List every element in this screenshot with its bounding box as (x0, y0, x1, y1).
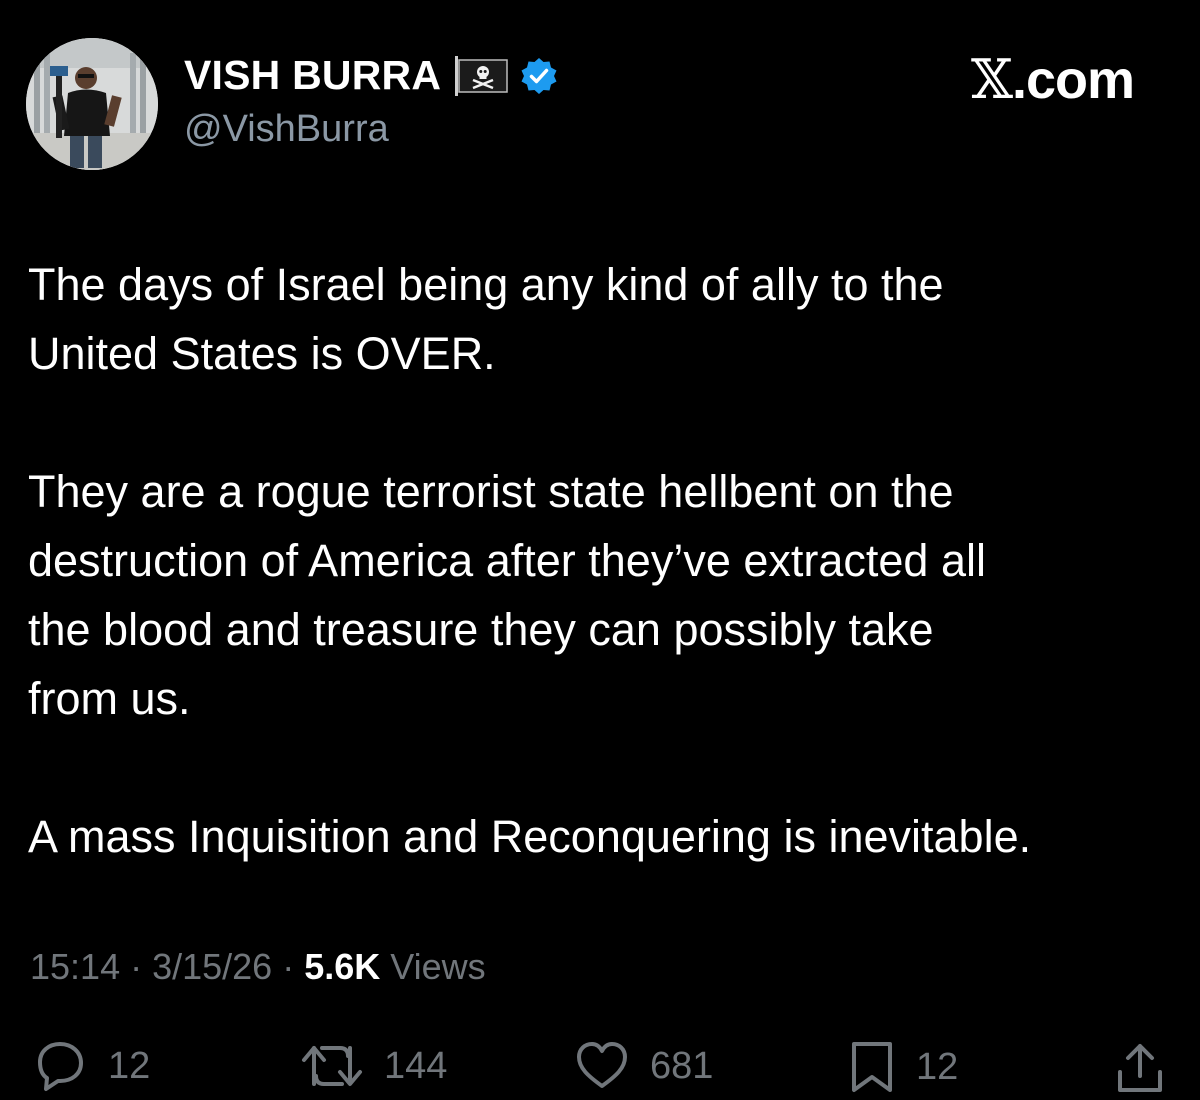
meta-separator: · (120, 946, 153, 987)
repost-count: 144 (384, 1044, 448, 1087)
heart-icon (577, 1042, 627, 1088)
views-label: Views (380, 946, 486, 987)
tweet-screenshot: VISH BURRA @VishBurra 𝕏.com The days of … (0, 0, 1200, 1100)
verified-badge-icon (519, 56, 559, 96)
author-handle[interactable]: @VishBurra (184, 108, 389, 151)
author-display-name[interactable]: VISH BURRA (184, 52, 441, 99)
views-count[interactable]: 5.6K (304, 946, 380, 987)
tweet-paragraph: They are a rogue terrorist state hellben… (28, 466, 986, 724)
like-count: 681 (650, 1044, 714, 1087)
reply-count: 12 (108, 1044, 151, 1087)
pirate-flag-icon (453, 54, 513, 98)
tweet-date[interactable]: 3/15/26 (152, 946, 272, 987)
reply-button[interactable]: 12 (32, 1040, 150, 1092)
share-button[interactable] (1112, 1040, 1168, 1096)
share-icon (1118, 1044, 1162, 1092)
x-com-logo: 𝕏.com (971, 48, 1135, 111)
bookmark-icon (852, 1042, 892, 1092)
tweet-text: The days of Israel being any kind of all… (28, 250, 1178, 871)
repost-icon (302, 1046, 362, 1086)
like-button[interactable]: 681 (574, 1040, 713, 1092)
tweet-paragraph: The days of Israel being any kind of all… (28, 259, 944, 379)
avatar[interactable] (26, 38, 158, 170)
x-logo-suffix: .com (1011, 50, 1135, 110)
reply-icon (38, 1042, 83, 1091)
action-bar: 12 144 681 12 (0, 1040, 1200, 1100)
repost-button[interactable]: 144 (300, 1040, 447, 1092)
bookmark-button[interactable]: 12 (848, 1040, 958, 1094)
tweet-time[interactable]: 15:14 (30, 946, 120, 987)
tweet-meta: 15:14 · 3/15/26 · 5.6K Views (30, 946, 486, 988)
author-name-row: VISH BURRA (184, 52, 559, 99)
avatar-photo (26, 38, 158, 170)
x-logo-icon: 𝕏 (971, 48, 1013, 111)
meta-separator: · (272, 946, 305, 987)
bookmark-count: 12 (916, 1045, 959, 1088)
tweet-paragraph: A mass Inquisition and Reconquering is i… (28, 811, 1032, 862)
